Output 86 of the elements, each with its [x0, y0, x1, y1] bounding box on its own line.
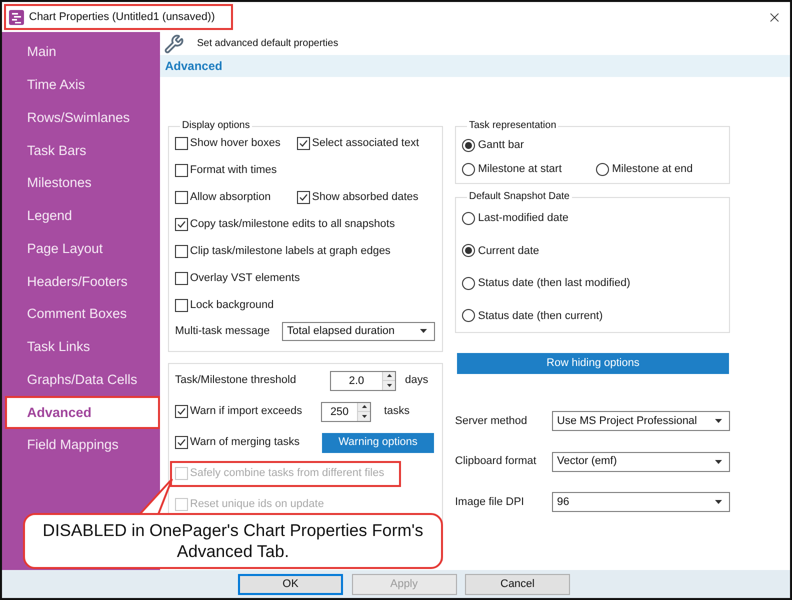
sidebar-item[interactable]: Advanced — [5, 396, 160, 429]
radio-button[interactable] — [462, 138, 475, 152]
sidebar-item[interactable]: Page Layout — [2, 232, 160, 266]
number-field[interactable]: 2.0 — [330, 370, 396, 390]
checkbox[interactable] — [175, 137, 188, 150]
checkbox-label: Lock background — [190, 298, 274, 314]
up-caret-icon — [386, 374, 392, 377]
checkbox-label: Copy task/milestone edits to all snapshots — [190, 217, 395, 232]
down-caret-icon — [362, 414, 366, 418]
dropdown[interactable]: Use MS Project Professional — [552, 411, 730, 431]
checkbox[interactable] — [175, 191, 188, 204]
checkbox[interactable] — [175, 299, 188, 312]
dialog-button[interactable]: OK — [238, 574, 343, 594]
radio-label: Milestone at end — [612, 162, 693, 177]
group-title: Display options — [181, 119, 251, 133]
checkbox[interactable] — [175, 164, 188, 177]
checkbox[interactable] — [175, 405, 188, 418]
checkbox[interactable] — [175, 436, 188, 449]
checkbox-label: Select associated text — [312, 136, 420, 152]
sidebar-item[interactable]: Main — [2, 36, 160, 69]
checkbox-label: Show hover boxes — [190, 136, 280, 152]
checkbox-label: Reset unique ids on update — [190, 497, 324, 512]
group-title: Task representation — [468, 119, 558, 133]
radio-label: Last-modified date — [478, 211, 568, 226]
checkbox-label: Warn if import exceeds — [190, 404, 302, 420]
checkbox[interactable] — [175, 218, 188, 231]
dropdown[interactable]: Vector (emf) — [552, 452, 730, 472]
radio-button[interactable] — [462, 244, 475, 258]
dialog-button[interactable]: Cancel — [465, 574, 570, 594]
field-label: Task/Milestone threshold — [175, 373, 298, 388]
checkbox-label: Show absorbed dates — [312, 190, 418, 206]
checkbox[interactable] — [297, 137, 310, 150]
radio-button[interactable] — [462, 212, 475, 225]
radio-label: Milestone at start — [478, 162, 562, 177]
unit-label: days — [405, 373, 428, 388]
sidebar-item[interactable]: Graphs/Data Cells — [2, 364, 160, 396]
header-text: Set advanced default properties — [197, 37, 338, 51]
sidebar-item[interactable]: Comment Boxes — [2, 298, 160, 331]
radio-label: Current date — [478, 244, 540, 258]
radio-label: Status date (then last modified) — [478, 276, 630, 291]
checkbox-label: Safely combine tasks from different files — [190, 466, 384, 482]
unit-label: tasks — [384, 404, 410, 420]
caret-icon — [715, 460, 722, 464]
caret-icon — [715, 419, 722, 423]
field-label: Image file DPI — [455, 494, 526, 510]
sidebar-item[interactable]: Time Axis — [2, 68, 160, 102]
sidebar-item[interactable]: Milestones — [2, 167, 160, 200]
radio-label: Status date (then current) — [478, 308, 603, 324]
radio-label: Gantt bar — [478, 138, 524, 153]
radio-button[interactable] — [596, 162, 609, 176]
warning-options-button[interactable]: Warning options — [322, 432, 434, 452]
dropdown[interactable]: Total elapsed duration — [282, 322, 435, 340]
sidebar-item[interactable]: Task Bars — [2, 134, 160, 167]
checkbox[interactable] — [175, 245, 188, 258]
checkbox-label: Format with times — [190, 163, 277, 178]
field-label: Clipboard format — [455, 454, 538, 470]
field-label: Server method — [455, 414, 528, 429]
up-caret-icon — [362, 405, 366, 408]
caret-icon — [420, 329, 427, 333]
sidebar-item[interactable]: Rows/Swimlanes — [2, 102, 160, 134]
caret-icon — [715, 500, 722, 504]
dropdown[interactable]: 96 — [552, 492, 730, 512]
app-icon — [9, 10, 24, 24]
checkbox-label: Overlay VST elements — [190, 271, 300, 286]
checkbox-label: Allow absorption — [190, 190, 271, 206]
sidebar-item[interactable]: Legend — [2, 200, 160, 232]
checkbox-label: Clip task/milestone labels at graph edges — [190, 244, 391, 260]
spin-up-button[interactable] — [382, 372, 395, 380]
sidebar-item[interactable]: Headers/Footers — [2, 265, 160, 298]
wrench-icon — [164, 34, 184, 54]
window-title: Chart Properties (Untitled1 (unsaved)) — [29, 10, 215, 25]
checkbox[interactable] — [175, 272, 188, 285]
down-caret-icon — [386, 384, 392, 386]
field-label: Multi-task message — [175, 324, 271, 339]
radio-button[interactable] — [462, 162, 475, 176]
sidebar-item[interactable]: Field Mappings — [2, 429, 160, 462]
checkbox-label: Warn of merging tasks — [190, 435, 300, 450]
spin-up-button[interactable] — [357, 402, 370, 412]
radio-button[interactable] — [462, 309, 475, 322]
row-hiding-button[interactable]: Row hiding options — [457, 353, 729, 374]
number-field[interactable]: 250 — [321, 402, 371, 422]
sidebar-item[interactable]: Task Links — [2, 330, 160, 364]
group-title: Default Snapshot Date — [468, 190, 571, 204]
section-header: Advanced — [160, 55, 790, 77]
checkbox[interactable] — [297, 191, 310, 204]
radio-button[interactable] — [462, 276, 475, 290]
